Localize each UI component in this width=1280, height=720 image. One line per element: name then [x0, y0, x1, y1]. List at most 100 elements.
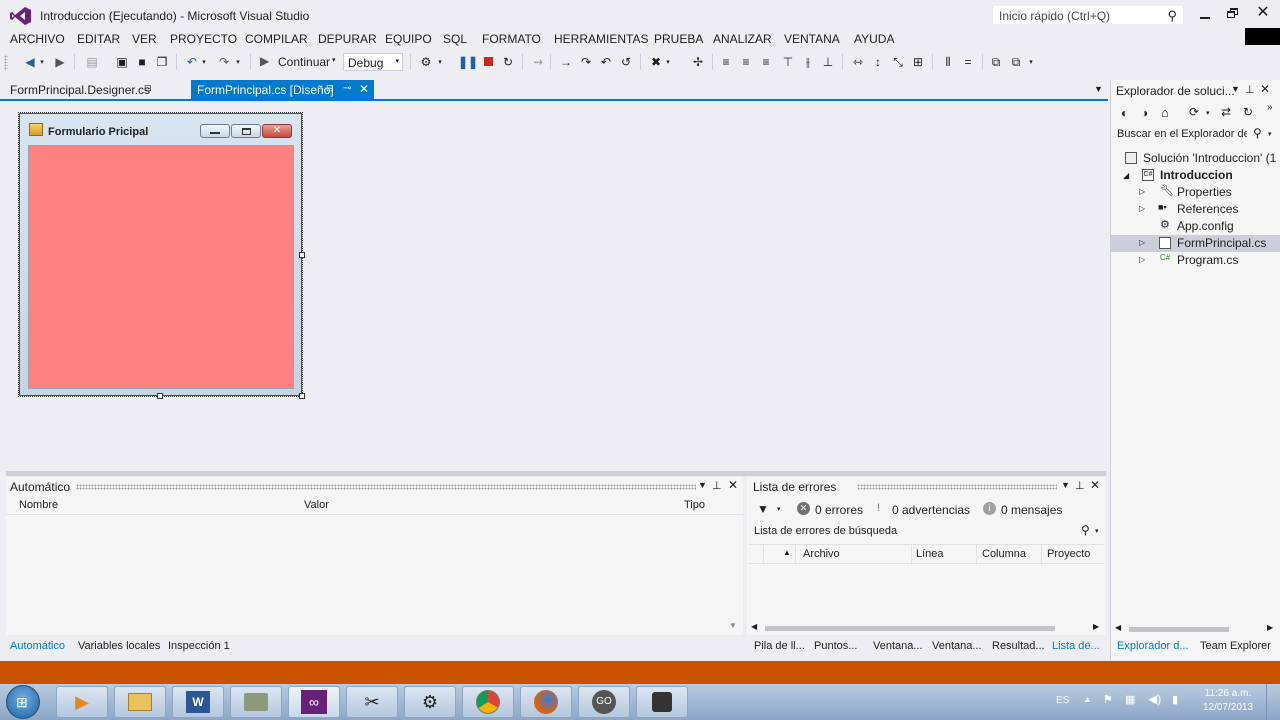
tab-ventana-1[interactable]: Ventana...: [873, 640, 923, 652]
expand-arrow-icon[interactable]: ▷: [1139, 204, 1145, 213]
make-same-width-icon[interactable]: ⇿: [850, 54, 866, 70]
align-bottoms-icon[interactable]: ⊥: [820, 54, 836, 70]
menu-analizar[interactable]: ANALIZAR: [713, 32, 772, 46]
panel-menu-icon[interactable]: ▼: [1061, 480, 1070, 490]
resize-handle-right[interactable]: [299, 252, 305, 258]
overflow-icon[interactable]: »: [1267, 102, 1273, 113]
tree-item-program[interactable]: ▷ C# Program.cs: [1111, 252, 1280, 269]
form-maximize-button[interactable]: [231, 124, 261, 138]
tree-item-solution[interactable]: Solución 'Introduccion' (1: [1111, 150, 1280, 167]
send-to-back-icon[interactable]: ⧉: [1008, 54, 1024, 70]
home-icon[interactable]: ⌂: [1161, 105, 1169, 120]
menu-herramientas[interactable]: HERRAMIENTAS: [554, 32, 648, 46]
redo-icon[interactable]: ↷: [216, 54, 232, 70]
menu-equipo[interactable]: EQUIPO: [385, 32, 432, 46]
scroll-left-icon[interactable]: ◀: [1115, 623, 1121, 632]
taskbar-chrome[interactable]: [462, 686, 514, 718]
messages-filter-button[interactable]: i 0 mensajes: [981, 501, 1067, 519]
tree-item-project[interactable]: ◢ C# Introduccion: [1111, 167, 1280, 184]
pin-icon[interactable]: ⊟: [144, 83, 152, 94]
sync-icon[interactable]: ⟳: [1189, 105, 1199, 119]
save-all-icon[interactable]: ❐: [154, 54, 170, 70]
taskbar-visual-studio[interactable]: ∞: [288, 686, 340, 718]
taskbar-app-6[interactable]: ✂: [346, 686, 398, 718]
dropdown-arrow-icon[interactable]: ▾: [436, 54, 444, 70]
collapse-arrow-icon[interactable]: ◢: [1123, 171, 1129, 180]
dropdown-arrow-icon[interactable]: ▾: [38, 54, 46, 70]
filter-button[interactable]: ▼ ▾: [755, 502, 787, 518]
forward-icon[interactable]: ▶: [52, 54, 68, 70]
center-horizontally-icon[interactable]: ⫴: [940, 54, 956, 70]
quick-launch-input[interactable]: Inicio rápido (Ctrl+Q) ⚲: [992, 5, 1184, 25]
align-centers-icon[interactable]: ≡: [738, 54, 754, 70]
show-hidden-icons-icon[interactable]: ▲: [1083, 694, 1092, 704]
sort-up-icon[interactable]: ▲: [783, 548, 791, 557]
align-lefts-icon[interactable]: ≡: [718, 54, 734, 70]
resize-handle-corner[interactable]: [299, 393, 305, 399]
align-tops-icon[interactable]: ⊤: [780, 54, 796, 70]
attach-process-icon[interactable]: ⚙: [418, 54, 434, 70]
column-header-tipo[interactable]: Tipo: [684, 499, 705, 511]
step-back-icon[interactable]: ↺: [618, 54, 634, 70]
hex-display-icon[interactable]: ✖: [648, 54, 664, 70]
continue-button[interactable]: ▶ Continuar ▾: [258, 54, 338, 70]
make-same-height-icon[interactable]: ↕: [870, 54, 886, 70]
power-icon[interactable]: ▮: [1172, 693, 1178, 706]
taskbar-app-4[interactable]: [230, 686, 282, 718]
taskbar-media-player[interactable]: ▶: [56, 686, 108, 718]
new-project-icon[interactable]: ▤: [84, 54, 100, 70]
error-list-search-input[interactable]: Lista de errores de búsqueda ⚲ ▾: [749, 523, 1104, 541]
taskbar-explorer[interactable]: [114, 686, 166, 718]
tab-lista-errores[interactable]: Lista de...: [1052, 640, 1100, 652]
tab-pila-llamadas[interactable]: Pila de ll...: [754, 640, 805, 652]
taskbar-app-11[interactable]: [636, 686, 688, 718]
bring-to-front-icon[interactable]: ⧉: [988, 54, 1004, 70]
align-rights-icon[interactable]: ≡: [758, 54, 774, 70]
form-client-area[interactable]: [28, 145, 294, 389]
chevron-down-icon[interactable]: ▾: [1206, 109, 1210, 117]
dropdown-arrow-icon[interactable]: ▾: [200, 54, 208, 70]
tab-formprincipal-designer[interactable]: FormPrincipal.Designer.cs ⊟: [4, 80, 186, 100]
menu-archivo[interactable]: ARCHIVO: [10, 32, 65, 46]
breakpoint-icon[interactable]: ✢: [690, 54, 706, 70]
size-to-grid-icon[interactable]: ⊞: [910, 54, 926, 70]
horizontal-splitter[interactable]: [6, 471, 1106, 476]
pin-icon[interactable]: ⊥: [1075, 479, 1085, 492]
tab-puntos-interrupcion[interactable]: Puntos...: [814, 640, 857, 652]
menu-compilar[interactable]: COMPILAR: [245, 32, 308, 46]
step-into-icon[interactable]: →: [558, 54, 574, 70]
close-tab-icon[interactable]: ✕: [359, 82, 369, 96]
form-minimize-button[interactable]: [200, 124, 230, 138]
form-window[interactable]: Formulario Pricipal ✕: [18, 112, 303, 397]
tab-formprincipal-design[interactable]: FormPrincipal.cs [Diseño] ⊟ ⊸ ✕: [191, 80, 374, 100]
minimize-button[interactable]: [1198, 6, 1214, 22]
horizontal-scrollbar[interactable]: ◀ ▶: [1115, 623, 1277, 634]
menu-formato[interactable]: FORMATO: [482, 32, 541, 46]
pin-icon[interactable]: ⊥: [712, 479, 722, 492]
save-icon[interactable]: ■: [134, 54, 150, 70]
start-button[interactable]: ⊞: [6, 685, 40, 719]
scroll-right-icon[interactable]: ▶: [1267, 623, 1273, 632]
tab-resultados[interactable]: Resultad...: [992, 640, 1045, 652]
menu-ayuda[interactable]: AYUDA: [854, 32, 894, 46]
column-header-archivo[interactable]: Archivo: [803, 548, 840, 560]
expand-arrow-icon[interactable]: ▷: [1139, 255, 1145, 264]
pin-icon[interactable]: ⊟: [326, 83, 334, 94]
taskbar-firefox[interactable]: [520, 686, 572, 718]
center-vertically-icon[interactable]: =: [960, 54, 976, 70]
close-button[interactable]: ✕: [1254, 4, 1272, 22]
make-same-size-icon[interactable]: ⤡: [890, 54, 906, 70]
close-icon[interactable]: ✕: [728, 478, 738, 492]
taskbar-word[interactable]: W: [172, 686, 224, 718]
column-header-nombre[interactable]: Nombre: [19, 499, 58, 511]
language-indicator[interactable]: ES: [1056, 695, 1069, 706]
errors-filter-button[interactable]: ✕ 0 errores: [795, 501, 865, 519]
tree-item-formprincipal[interactable]: ▷ FormPrincipal.cs: [1111, 235, 1280, 252]
scrollbar-thumb[interactable]: [765, 626, 1055, 631]
tab-team-explorer[interactable]: Team Explorer: [1200, 640, 1271, 652]
menu-editar[interactable]: EDITAR: [77, 32, 120, 46]
column-header-valor[interactable]: Valor: [304, 499, 329, 511]
volume-icon[interactable]: ◀): [1148, 692, 1161, 706]
clock[interactable]: 11:26 a.m. 12/07/2013: [1196, 687, 1260, 715]
pause-icon[interactable]: ❚❚: [458, 54, 478, 70]
